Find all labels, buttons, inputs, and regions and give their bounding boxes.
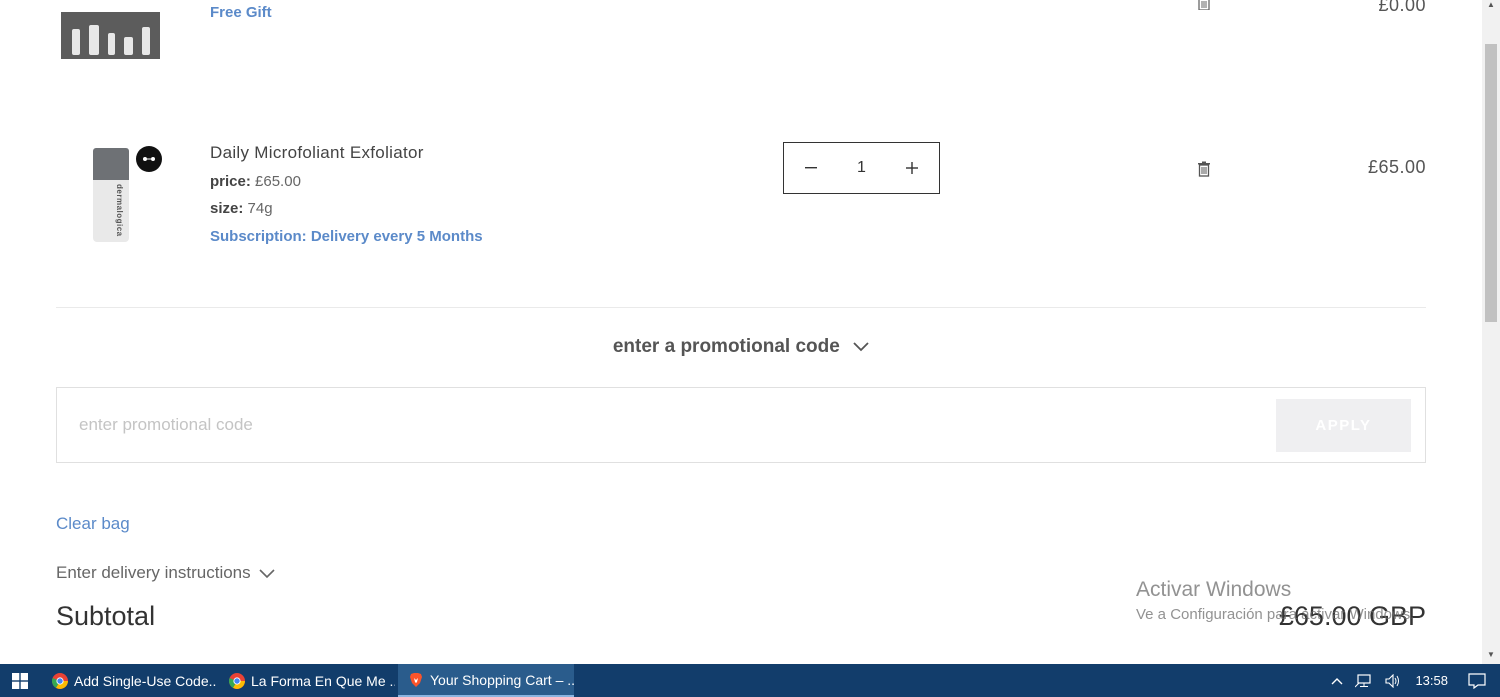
delivery-instructions-label: Enter delivery instructions: [56, 563, 251, 582]
product-name[interactable]: Daily Microfoliant Exfoliator: [210, 143, 424, 163]
brave-icon: [410, 672, 422, 687]
quantity-stepper: 1: [783, 142, 940, 194]
trash-icon[interactable]: [1197, 161, 1211, 182]
taskbar-item-chrome[interactable]: La Forma En Que Me ...: [219, 664, 395, 697]
apply-button[interactable]: APPLY: [1276, 399, 1411, 452]
promo-code-input[interactable]: [79, 412, 1249, 438]
minus-icon: [805, 167, 817, 169]
subtotal-value: £65.00 GBP: [1278, 601, 1426, 631]
product-price-line: price: £65.00: [210, 173, 301, 190]
free-gift-tag: Free Gift: [210, 4, 272, 21]
taskbar-item-chrome[interactable]: Add Single-Use Code...: [42, 664, 216, 697]
chevron-up-icon[interactable]: [1331, 677, 1343, 685]
plus-icon: [906, 162, 918, 174]
promo-code-toggle[interactable]: enter a promotional code: [0, 336, 1482, 358]
windows-logo-icon: [12, 672, 28, 689]
free-gift-price: £0.00: [1378, 0, 1426, 15]
divider: [56, 307, 1426, 308]
bottle-brand-text: dermalogica: [115, 184, 124, 237]
watermark-title: Activar Windows: [1136, 578, 1292, 601]
trash-icon[interactable]: [1197, 0, 1211, 15]
quantity-value[interactable]: 1: [857, 159, 866, 177]
cart-page: Free Gift £0.00 dermalogica Daily Microf…: [0, 0, 1482, 664]
size-value: 74g: [247, 200, 273, 217]
subtotal-label: Subtotal: [56, 601, 156, 631]
scroll-down-arrow-icon[interactable]: ▼: [1487, 650, 1495, 659]
taskbar-item-brave[interactable]: Your Shopping Cart – ...: [398, 664, 574, 697]
chevron-down-icon: [259, 564, 275, 584]
taskbar-item-label: La Forma En Que Me ...: [251, 672, 395, 689]
line-price: £65.00: [1367, 157, 1426, 177]
free-gift-thumbnail[interactable]: [61, 12, 160, 59]
volume-icon[interactable]: [1385, 673, 1401, 688]
chrome-icon: [229, 672, 245, 689]
price-value: £65.00: [255, 173, 301, 190]
subscription-info: Subscription: Delivery every 5 Months: [210, 228, 483, 245]
product-badge-icon: [136, 146, 162, 172]
promo-toggle-label: enter a promotional code: [612, 336, 840, 358]
product-size-line: size: 74g: [210, 200, 273, 217]
taskbar-item-label: Your Shopping Cart – ...: [430, 671, 574, 688]
notifications-icon[interactable]: [1468, 672, 1486, 689]
increase-quantity-button[interactable]: [903, 159, 921, 177]
price-label: price:: [210, 173, 251, 190]
windows-taskbar: Add Single-Use Code... La Forma En Que M…: [0, 664, 1500, 697]
chrome-icon: [52, 672, 68, 689]
system-tray: 13:58: [1325, 664, 1500, 697]
decrease-quantity-button[interactable]: [802, 159, 820, 177]
chevron-down-icon: [853, 336, 869, 358]
network-icon[interactable]: [1355, 673, 1373, 688]
promo-code-form: APPLY: [56, 387, 1426, 463]
windows-start-button[interactable]: [0, 664, 40, 697]
size-label: size:: [210, 200, 244, 217]
taskbar-item-label: Add Single-Use Code...: [74, 672, 216, 689]
scroll-up-arrow-icon[interactable]: ▲: [1487, 0, 1495, 9]
delivery-instructions-toggle[interactable]: Enter delivery instructions: [56, 563, 275, 584]
bottle-cap: [93, 148, 129, 180]
product-thumbnail[interactable]: dermalogica: [90, 146, 132, 246]
clear-bag-link[interactable]: Clear bag: [56, 514, 130, 534]
vertical-scrollbar[interactable]: ▲ ▼: [1482, 0, 1500, 664]
scroll-thumb[interactable]: [1485, 44, 1497, 322]
clock[interactable]: 13:58: [1415, 673, 1448, 688]
